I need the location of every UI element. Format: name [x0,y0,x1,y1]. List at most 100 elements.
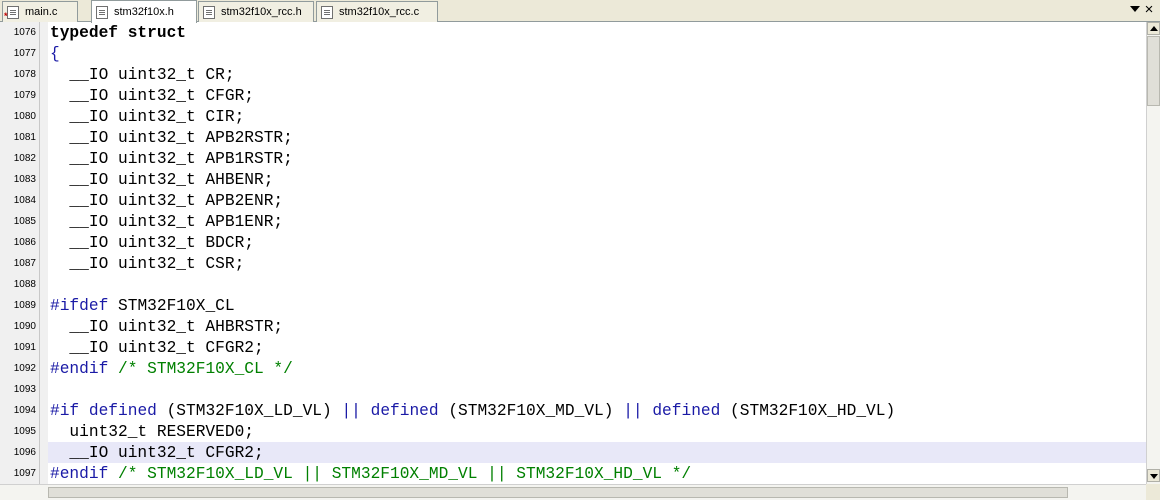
code-token: __IO uint32_t CFGR; [50,87,254,105]
line-code: __IO uint32_t CSR; [48,253,1146,274]
tab-2[interactable]: stm32f10x_rcc.h [198,1,314,22]
code-token: || [341,402,361,420]
line-number: 1087 [13,258,36,269]
tab-0[interactable]: * main.c [2,1,78,22]
line-code: __IO uint32_t APB2RSTR; [48,127,1146,148]
line-number: 1089 [13,300,36,311]
code-line[interactable]: 1086 __IO uint32_t BDCR; [0,232,1146,253]
code-token: typedef struct [50,24,186,42]
code-line[interactable]: 1090 __IO uint32_t AHBRSTR; [0,316,1146,337]
code-token: __IO uint32_t APB2ENR; [50,192,284,210]
close-tab-button[interactable]: × [1142,2,1156,17]
code-token: #ifdef [50,297,109,315]
line-code: __IO uint32_t BDCR; [48,232,1146,253]
code-line[interactable]: 1077 { [0,43,1146,64]
code-line[interactable]: 1095 uint32_t RESERVED0; [0,421,1146,442]
line-code: __IO uint32_t CIR; [48,106,1146,127]
line-number: 1091 [13,342,36,353]
code-token: (STM32F10X_HD_VL) [720,402,896,420]
code-token: __IO uint32_t APB1ENR; [50,213,284,231]
vertical-scrollbar[interactable] [1146,22,1160,484]
scroll-down-button[interactable] [1147,469,1160,482]
line-number: 1096 [13,447,36,458]
line-code: typedef struct [48,22,1146,43]
code-line[interactable]: 1094 #if defined (STM32F10X_LD_VL) || def… [0,400,1146,421]
code-line[interactable]: 1096 __IO uint32_t CFGR2; [0,442,1146,463]
code-token: defined [652,402,721,420]
line-code [48,274,1146,295]
code-token: (STM32F10X_LD_VL) [156,402,342,420]
code-token: __IO uint32_t BDCR; [50,234,254,252]
line-code: __IO uint32_t APB1ENR; [48,211,1146,232]
line-code: uint32_t RESERVED0; [48,421,1146,442]
file-icon [321,5,333,19]
arrow-down-icon [1150,474,1158,479]
line-number: 1076 [13,27,36,38]
code-line[interactable]: 1093 [0,379,1146,400]
line-code [48,379,1146,400]
code-token: __IO uint32_t CIR; [50,108,245,126]
line-code: __IO uint32_t APB2ENR; [48,190,1146,211]
code-line[interactable]: 1081 __IO uint32_t APB2RSTR; [0,127,1146,148]
vertical-scroll-thumb[interactable] [1147,36,1160,106]
code-line[interactable]: 1080 __IO uint32_t CIR; [0,106,1146,127]
code-line[interactable]: 1085 __IO uint32_t APB1ENR; [0,211,1146,232]
line-number: 1094 [13,405,36,416]
code-token: #endif [50,465,109,483]
line-code: #if defined (STM32F10X_LD_VL) || defined… [48,400,1146,421]
code-line[interactable]: 1084 __IO uint32_t APB2ENR; [0,190,1146,211]
file-icon [203,5,215,19]
horizontal-scroll-thumb[interactable] [48,487,1068,498]
code-token: STM32F10X_CL [108,297,235,315]
line-code: __IO uint32_t AHBENR; [48,169,1146,190]
line-number: 1086 [13,237,36,248]
code-line[interactable]: 1082 __IO uint32_t APB1RSTR; [0,148,1146,169]
code-line[interactable]: 1087 __IO uint32_t CSR; [0,253,1146,274]
code-line[interactable]: 1076 typedef struct [0,22,1146,43]
code-line[interactable]: 1088 [0,274,1146,295]
code-line[interactable]: 1091 __IO uint32_t CFGR2; [0,337,1146,358]
line-number: 1093 [13,384,36,395]
arrow-up-icon [1150,26,1158,31]
code-token: __IO uint32_t APB2RSTR; [50,129,293,147]
line-code: __IO uint32_t APB1RSTR; [48,148,1146,169]
code-token: || [623,402,643,420]
line-code: __IO uint32_t CFGR; [48,85,1146,106]
code-token: /* STM32F10X_CL */ [108,360,293,378]
tab-label: stm32f10x_rcc.h [221,6,302,18]
line-code: __IO uint32_t AHBRSTR; [48,316,1146,337]
line-number: 1085 [13,216,36,227]
code-editor[interactable]: 1076 typedef struct 1077 {1078 __IO uint32_… [0,22,1146,484]
code-token: /* STM32F10X_LD_VL || STM32F10X_MD_VL ||… [108,465,692,483]
code-line[interactable]: 1097 #endif /* STM32F10X_LD_VL || STM32F1… [0,463,1146,484]
code-line[interactable]: 1079 __IO uint32_t CFGR; [0,85,1146,106]
scroll-up-button[interactable] [1147,22,1160,35]
line-code: { [48,43,1146,64]
line-number: 1083 [13,174,36,185]
tab-list-dropdown-icon[interactable] [1130,6,1140,12]
horizontal-scrollbar[interactable] [0,484,1146,500]
tab-label: stm32f10x_rcc.c [339,6,420,18]
code-token: __IO uint32_t CFGR2; [50,339,264,357]
code-token: #if [50,402,80,420]
code-line[interactable]: 1078 __IO uint32_t CR; [0,64,1146,85]
code-line[interactable]: 1089 #ifdef STM32F10X_CL [0,295,1146,316]
line-number: 1090 [13,321,36,332]
line-code: #endif /* STM32F10X_LD_VL || STM32F10X_M… [48,463,1146,484]
scrollbar-corner [1146,484,1160,500]
code-line[interactable]: 1092 #endif /* STM32F10X_CL */ [0,358,1146,379]
line-code: #ifdef STM32F10X_CL [48,295,1146,316]
code-token: defined [88,402,157,420]
code-token: defined [370,402,439,420]
line-number: 1097 [13,468,36,479]
line-number: 1082 [13,153,36,164]
code-line[interactable]: 1083 __IO uint32_t AHBENR; [0,169,1146,190]
code-token: #endif [50,360,109,378]
tab-1[interactable]: stm32f10x.h [91,0,197,23]
code-token: __IO uint32_t CSR; [50,255,245,273]
line-number: 1084 [13,195,36,206]
tab-3[interactable]: stm32f10x_rcc.c [316,1,438,22]
